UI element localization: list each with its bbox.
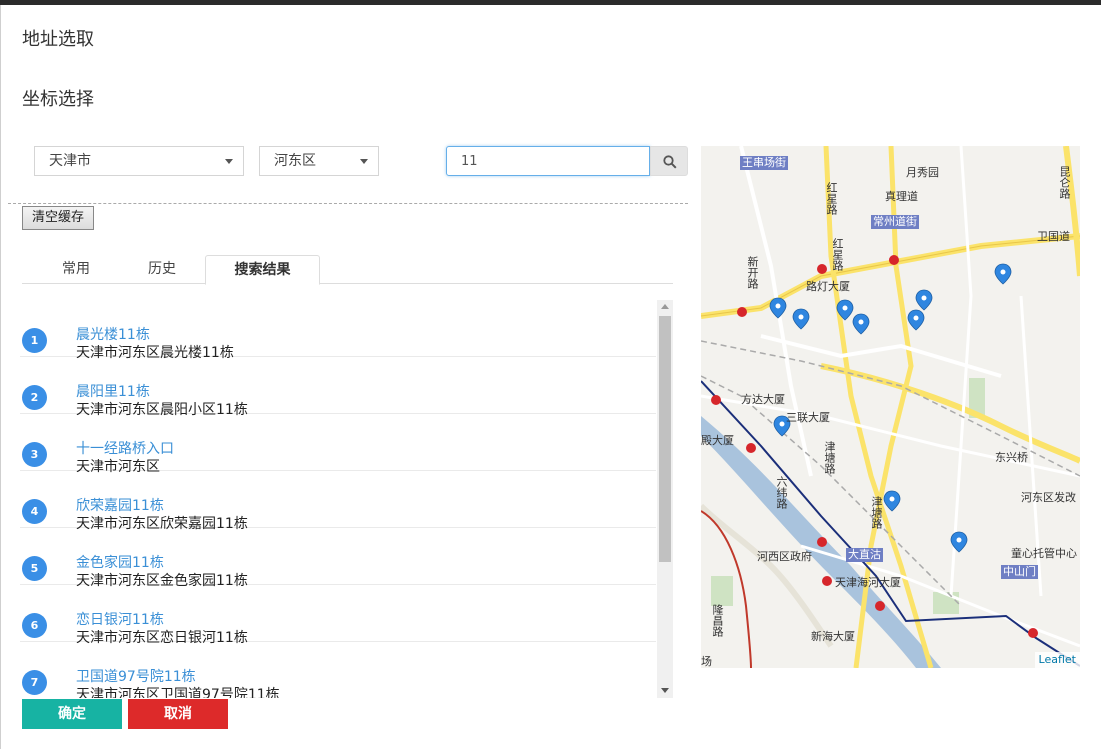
- map-label: 新海大厦: [811, 630, 855, 643]
- tab-search-results[interactable]: 搜索结果: [205, 255, 320, 285]
- leaflet-attribution-link[interactable]: Leaflet: [1034, 652, 1080, 668]
- map-label: 常州道街: [871, 215, 919, 229]
- section-title: 坐标选择: [22, 89, 94, 110]
- map-label: 隆昌路: [711, 604, 724, 637]
- map-label: 童心托管中心: [1011, 547, 1077, 560]
- map-label: 大直沽: [846, 548, 883, 562]
- list-item[interactable]: 5 金色家园11栋 天津市河东区金色家园11栋: [20, 528, 656, 589]
- search-results-list: 1 晨光楼11栋 天津市河东区晨光楼11栋 2 晨阳里11栋 天津市河东区晨阳小…: [20, 300, 674, 698]
- result-number-badge: 1: [22, 328, 47, 353]
- district-select-value: 河东区: [274, 153, 316, 169]
- map-label: 殿大厦: [701, 434, 734, 447]
- map-label: 场: [701, 655, 712, 668]
- map-label: 新开路: [746, 256, 759, 289]
- chevron-down-icon: [225, 159, 233, 164]
- map-label: 卫国道: [1037, 230, 1070, 243]
- tab-history[interactable]: 历史: [118, 255, 206, 284]
- results-scrollbar[interactable]: [657, 300, 673, 698]
- result-name-link[interactable]: 金色家园11栋: [76, 552, 164, 572]
- result-name-link[interactable]: 十一经路桥入口: [76, 438, 174, 458]
- map-label: 津塘路: [870, 496, 883, 529]
- map-label: 河西区政府: [757, 550, 812, 563]
- result-name-link[interactable]: 晨光楼11栋: [76, 324, 150, 344]
- list-item[interactable]: 6 恋日银河11栋 天津市河东区恋日银河11栋: [20, 585, 656, 646]
- list-item[interactable]: 3 十一经路桥入口 天津市河东区: [20, 414, 656, 475]
- result-number-badge: 7: [22, 670, 47, 695]
- result-name-link[interactable]: 卫国道97号院11栋: [76, 666, 196, 686]
- list-item[interactable]: 2 晨阳里11栋 天津市河东区晨阳小区11栋: [20, 357, 656, 418]
- confirm-button[interactable]: 确定: [22, 699, 122, 729]
- result-name-link[interactable]: 欣荣嘉园11栋: [76, 495, 164, 515]
- tab-common[interactable]: 常用: [22, 255, 130, 284]
- map-label: 六纬路: [775, 476, 788, 509]
- result-number-badge: 5: [22, 556, 47, 581]
- scroll-thumb[interactable]: [659, 316, 671, 562]
- clear-cache-button[interactable]: 清空缓存: [22, 206, 94, 230]
- result-number-badge: 6: [22, 613, 47, 638]
- map-label: 路灯大厦: [806, 280, 850, 293]
- divider: [8, 203, 688, 204]
- scroll-down-arrow-icon[interactable]: [661, 688, 669, 693]
- map-label: 真理道: [885, 190, 918, 203]
- result-name-link[interactable]: 晨阳里11栋: [76, 381, 150, 401]
- map-label: 方达大厦: [741, 393, 785, 406]
- window-top-bar: [0, 0, 1101, 5]
- city-select[interactable]: 天津市: [34, 146, 244, 176]
- scroll-up-arrow-icon[interactable]: [661, 304, 669, 309]
- list-item[interactable]: 4 欣荣嘉园11栋 天津市河东区欣荣嘉园11栋: [20, 471, 656, 532]
- map-label: 东兴桥: [995, 451, 1028, 464]
- chevron-down-icon: [360, 159, 368, 164]
- map-view[interactable]: 王串场街 月秀园 真理道 常州道街 卫国道 路灯大厦 方达大厦 三联大厦 殿大厦…: [701, 146, 1080, 668]
- search-button[interactable]: [650, 146, 688, 176]
- list-item[interactable]: 1 晨光楼11栋 天津市河东区晨光楼11栋: [20, 300, 656, 361]
- map-label: 红星路: [825, 182, 838, 215]
- search-icon: [663, 155, 677, 169]
- result-number-badge: 3: [22, 442, 47, 467]
- map-label: 三联大厦: [786, 411, 830, 424]
- result-number-badge: 4: [22, 499, 47, 524]
- map-label: 月秀园: [906, 166, 939, 179]
- list-item[interactable]: 7 卫国道97号院11栋 天津市河东区卫国道97号院11栋: [20, 642, 656, 698]
- result-number-badge: 2: [22, 385, 47, 410]
- city-select-value: 天津市: [49, 153, 91, 169]
- map-label: 天津海河大厦: [835, 576, 901, 589]
- result-tabs: 常用 历史 搜索结果: [22, 255, 673, 285]
- result-name-link[interactable]: 恋日银河11栋: [76, 609, 164, 629]
- map-label: 红星路: [831, 238, 844, 271]
- search-input[interactable]: [446, 146, 650, 176]
- district-select[interactable]: 河东区: [259, 146, 379, 176]
- map-label: 昆仑路: [1058, 166, 1071, 199]
- map-label: 河东区发改: [1021, 491, 1076, 504]
- result-address: 天津市河东区卫国道97号院11栋: [76, 687, 280, 698]
- map-label: 王串场街: [740, 156, 788, 170]
- map-label: 中山门: [1001, 565, 1038, 579]
- cancel-button[interactable]: 取消: [128, 699, 228, 729]
- map-label: 津塘路: [823, 441, 836, 474]
- window-left-edge: [0, 5, 1, 749]
- dialog-title: 地址选取: [22, 29, 94, 50]
